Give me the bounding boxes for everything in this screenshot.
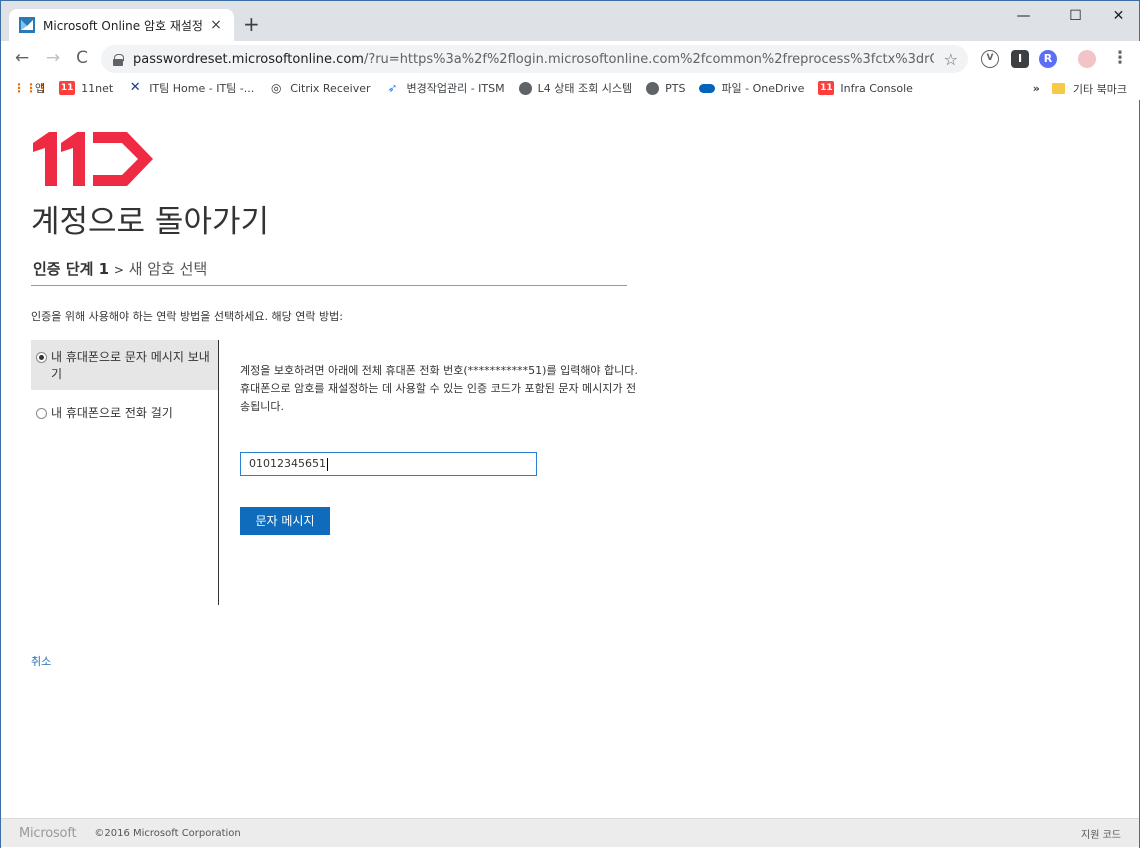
breadcrumb: 인증 단계 1 > 새 암호 선택 [33, 258, 207, 279]
bookmark-onedrive[interactable]: 파일 - OneDrive [699, 80, 804, 96]
globe-icon [646, 81, 660, 95]
apps-grid-icon: ⋮⋮⋮ [13, 81, 49, 95]
11st-icon: 11 [59, 81, 76, 95]
globe-icon [518, 81, 532, 95]
jira-icon: ➶ [387, 81, 398, 95]
folder-icon [1051, 83, 1065, 94]
close-tab-icon[interactable]: × [208, 17, 224, 33]
other-bookmarks[interactable]: » 기타 북마크 [1033, 76, 1127, 101]
bookmark-citrix[interactable]: ◎ Citrix Receiver [268, 81, 370, 95]
phone-number-input[interactable]: 01012345651 [240, 452, 537, 476]
microsoft-favicon-icon [19, 17, 35, 33]
citrix-icon: ◎ [271, 81, 282, 95]
extension-r-icon[interactable]: R [1039, 50, 1057, 68]
contact-method-list: 내 휴대폰으로 문자 메시지 보내기 내 휴대폰으로 전화 걸기 [31, 340, 219, 605]
page-title: 계정으로 돌아가기 [31, 204, 270, 240]
bookmark-apps[interactable]: ⋮⋮⋮ 앱 [13, 80, 49, 96]
bookmark-it-home[interactable]: ✕ IT팀 Home - IT팀 -... [127, 80, 255, 96]
new-tab-button[interactable]: + [243, 13, 260, 35]
bookmark-pts[interactable]: PTS [646, 81, 685, 95]
reload-icon[interactable]: C [71, 47, 93, 69]
close-window-icon[interactable]: ✕ [1096, 5, 1140, 27]
address-bar[interactable]: passwordreset.microsoftonline.com/?ru=ht… [101, 45, 968, 73]
extension-i-icon[interactable]: I [1011, 50, 1029, 68]
extension-v-icon[interactable]: V [981, 50, 999, 68]
step-next: 새 암호 선택 [128, 260, 208, 278]
browser-tab[interactable]: Microsoft Online 암호 재설정 × [9, 9, 234, 41]
divider [31, 285, 627, 286]
minimize-icon[interactable]: — [1001, 5, 1046, 27]
bookmark-star-icon[interactable]: ☆ [944, 50, 958, 69]
microsoft-logo: Microsoft [19, 825, 77, 841]
bookmarks-more-icon[interactable]: » [1033, 82, 1040, 95]
forward-arrow-icon[interactable]: → [42, 47, 64, 69]
cancel-link[interactable]: 취소 [31, 653, 51, 669]
bookmark-11net[interactable]: 11 11net [59, 81, 113, 95]
onedrive-icon [699, 83, 716, 93]
browser-toolbar: ← → C passwordreset.microsoftonline.com/… [1, 41, 1140, 76]
contact-method-prompt: 인증을 위해 사용해야 하는 연락 방법을 선택하세요. 해당 연락 방법: [31, 310, 343, 323]
step-separator: > [113, 263, 124, 277]
radio-phone-call[interactable] [36, 408, 47, 419]
url-text: passwordreset.microsoftonline.com/?ru=ht… [133, 51, 934, 67]
step-current: 인증 단계 1 [33, 260, 110, 278]
11st-logo [33, 132, 153, 186]
page-footer: Microsoft ©2016 Microsoft Corporation 지원… [1, 818, 1139, 847]
bookmark-itsm[interactable]: ➶ 변경작업관리 - ITSM [385, 80, 504, 96]
tab-bar: Microsoft Online 암호 재설정 × + — ☐ ✕ [1, 1, 1140, 41]
copyright: ©2016 Microsoft Corporation [94, 827, 241, 839]
11st-icon: 11 [818, 81, 835, 95]
profile-avatar-icon[interactable] [1078, 50, 1096, 68]
bookmark-infra-console[interactable]: 11 Infra Console [818, 81, 913, 95]
method-label: 내 휴대폰으로 전화 걸기 [51, 406, 173, 420]
chrome-menu-icon[interactable]: ⋮ [1109, 47, 1131, 69]
send-text-message-button[interactable]: 문자 메시지 [240, 507, 330, 535]
method-text-message[interactable]: 내 휴대폰으로 문자 메시지 보내기 [31, 340, 218, 390]
method-phone-call[interactable]: 내 휴대폰으로 전화 걸기 [31, 396, 218, 428]
page-content: 계정으로 돌아가기 인증 단계 1 > 새 암호 선택 인증을 위해 사용해야 … [0, 100, 1140, 848]
method-label: 내 휴대폰으로 문자 메시지 보내기 [51, 350, 210, 381]
support-code-link[interactable]: 지원 코드 [1081, 826, 1121, 841]
browser-chrome: Microsoft Online 암호 재설정 × + — ☐ ✕ ← → C … [0, 0, 1140, 101]
bookmark-l4[interactable]: L4 상태 조회 시스템 [518, 80, 632, 96]
bookmarks-bar: ⋮⋮⋮ 앱 11 11net ✕ IT팀 Home - IT팀 -... ◎ C… [1, 76, 1140, 101]
verification-instructions: 계정을 보호하려면 아래에 전체 휴대폰 전화 번호(***********51… [240, 364, 638, 413]
tab-title: Microsoft Online 암호 재설정 [43, 18, 203, 33]
radio-text-message[interactable] [36, 352, 47, 363]
maximize-icon[interactable]: ☐ [1053, 5, 1098, 27]
x-icon: ✕ [129, 80, 141, 95]
lock-icon [113, 53, 124, 66]
back-arrow-icon[interactable]: ← [11, 47, 33, 69]
